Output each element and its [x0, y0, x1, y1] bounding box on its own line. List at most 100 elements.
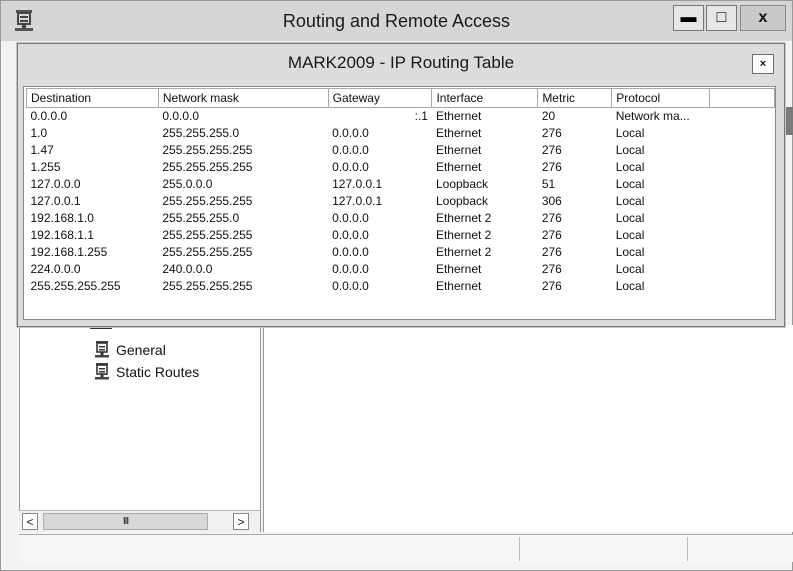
cell-protocol: Local	[615, 143, 645, 157]
column-header-network-mask[interactable]: Network mask	[157, 88, 329, 108]
cell-gateway: 0.0.0.0	[332, 262, 369, 276]
cell-protocol: Network ma...	[615, 109, 690, 123]
cell-mask: 255.255.255.255	[162, 279, 253, 293]
dialog-close-button[interactable]: ×	[752, 54, 774, 74]
cell-gateway: 127.0.0.1	[332, 194, 383, 208]
cell-protocol: Local	[615, 279, 645, 293]
table-row[interactable]: 127.0.0.1 255.255.255.255 127.0.0.1 Loop…	[27, 193, 775, 210]
cell-protocol: Local	[615, 262, 645, 276]
horizontal-scrollbar[interactable]: < III >	[19, 510, 260, 532]
scroll-right-button[interactable]: >	[233, 513, 249, 530]
table-row[interactable]: 224.0.0.0 240.0.0.0 0.0.0.0 Ethernet 276…	[27, 261, 775, 278]
cell-destination: 0.0.0.0	[30, 109, 68, 123]
column-header-gateway[interactable]: Gateway	[327, 88, 433, 108]
routing-table-dialog: MARK2009 - IP Routing Table × Destinatio…	[17, 43, 785, 327]
cell-interface: Loopback	[435, 194, 489, 208]
maximize-button[interactable]: □	[706, 5, 737, 31]
table-row[interactable]: 255.255.255.255 255.255.255.255 0.0.0.0 …	[27, 278, 775, 295]
cell-metric: 51	[541, 177, 556, 191]
cell-destination: 1.0	[30, 126, 48, 140]
cell-mask: 255.255.255.255	[162, 160, 253, 174]
background-toolbar-strip	[786, 107, 793, 135]
cell-metric: 20	[541, 109, 556, 123]
tree-item-label: General	[116, 342, 166, 358]
cell-destination: 255.255.255.255	[30, 279, 121, 293]
table-row[interactable]: 192.168.1.0 255.255.255.0 0.0.0.0 Ethern…	[27, 210, 775, 227]
cell-mask: 0.0.0.0	[162, 109, 200, 123]
cell-metric: 276	[541, 245, 562, 259]
table-row[interactable]: 127.0.0.0 255.0.0.0 127.0.0.1 Loopback 5…	[27, 176, 775, 193]
tree-item-label: Static Routes	[116, 364, 200, 380]
cell-mask: 255.0.0.0	[162, 177, 213, 191]
table-row[interactable]: 1.0 255.255.255.0 0.0.0.0 Ethernet 276 L…	[27, 125, 775, 142]
cell-gateway: 0.0.0.0	[332, 211, 369, 225]
scroll-left-button[interactable]: <	[22, 513, 38, 530]
cell-metric: 276	[541, 126, 562, 140]
cell-metric: 276	[541, 228, 562, 242]
column-header-destination[interactable]: Destination	[26, 88, 159, 108]
cell-protocol: Local	[615, 177, 645, 191]
tree-item-general[interactable]: General	[94, 341, 166, 359]
cell-mask: 255.255.255.0	[162, 126, 240, 140]
cell-interface: Ethernet	[435, 109, 482, 123]
cell-gateway: 127.0.0.1	[332, 177, 383, 191]
cell-interface: Ethernet	[435, 262, 482, 276]
column-header-protocol[interactable]: Protocol	[611, 88, 711, 108]
cell-interface: Ethernet	[435, 160, 482, 174]
title-bar: Routing and Remote Access ▬ □ x	[1, 1, 792, 41]
table-row[interactable]: 0.0.0.0 0.0.0.0 :.1 Ethernet 20 Network …	[27, 108, 775, 126]
cell-interface: Ethernet	[435, 126, 482, 140]
dialog-title: MARK2009 - IP Routing Table	[287, 53, 515, 72]
cell-mask: 255.255.255.255	[162, 143, 253, 157]
cell-metric: 276	[541, 262, 562, 276]
cell-destination: 127.0.0.1	[30, 194, 81, 208]
cell-mask: 255.255.255.0	[162, 211, 240, 225]
cell-gateway: 0.0.0.0	[332, 143, 369, 157]
status-bar	[19, 534, 793, 562]
cell-metric: 276	[541, 211, 562, 225]
console-tree: General Static Routes	[19, 325, 261, 532]
table-row[interactable]: 192.168.1.255 255.255.255.255 0.0.0.0 Et…	[27, 244, 775, 261]
table-header-row: Destination Network mask Gateway Interfa…	[26, 88, 775, 108]
cell-protocol: Local	[615, 245, 645, 259]
cell-destination: 192.168.1.255	[30, 245, 108, 259]
cell-gateway: :.1	[414, 109, 428, 123]
cell-metric: 276	[541, 143, 562, 157]
table-row[interactable]: 1.47 255.255.255.255 0.0.0.0 Ethernet 27…	[27, 142, 775, 159]
close-button[interactable]: x	[740, 5, 786, 31]
cell-destination: 1.255	[30, 160, 61, 174]
cell-mask: 255.255.255.255	[162, 245, 253, 259]
tree-item-static-routes[interactable]: Static Routes	[94, 363, 199, 381]
table-row[interactable]: 192.168.1.1 255.255.255.255 0.0.0.0 Ethe…	[27, 227, 775, 244]
minimize-button[interactable]: ▬	[673, 5, 704, 31]
cell-destination: 224.0.0.0	[30, 262, 81, 276]
cell-protocol: Local	[615, 211, 645, 225]
cell-protocol: Local	[615, 194, 645, 208]
cell-protocol: Local	[615, 160, 645, 174]
cell-gateway: 0.0.0.0	[332, 160, 369, 174]
cell-gateway: 0.0.0.0	[332, 279, 369, 293]
cell-metric: 276	[541, 160, 562, 174]
cell-interface: Ethernet	[435, 279, 482, 293]
cell-interface: Ethernet	[435, 143, 482, 157]
cell-protocol: Local	[615, 228, 645, 242]
cell-interface: Ethernet 2	[435, 245, 492, 259]
cell-metric: 306	[541, 194, 562, 208]
routing-table-frame: Destination Network mask Gateway Interfa…	[23, 86, 776, 320]
table-row[interactable]: 1.255 255.255.255.255 0.0.0.0 Ethernet 2…	[27, 159, 775, 176]
cell-destination: 192.168.1.0	[30, 211, 94, 225]
cell-destination: 127.0.0.0	[30, 177, 81, 191]
cell-protocol: Local	[615, 126, 645, 140]
server-icon	[95, 341, 109, 358]
cell-mask: 255.255.255.255	[162, 194, 253, 208]
cell-destination: 1.47	[30, 143, 54, 157]
column-header-metric[interactable]: Metric	[537, 88, 613, 108]
cell-metric: 276	[541, 279, 562, 293]
column-header-interface[interactable]: Interface	[431, 88, 539, 108]
cell-gateway: 0.0.0.0	[332, 126, 369, 140]
routing-table: Destination Network mask Gateway Interfa…	[26, 88, 775, 295]
status-separator	[687, 537, 688, 561]
scroll-thumb[interactable]: III	[43, 513, 208, 530]
cell-interface: Ethernet 2	[435, 211, 492, 225]
details-pane	[263, 325, 793, 532]
